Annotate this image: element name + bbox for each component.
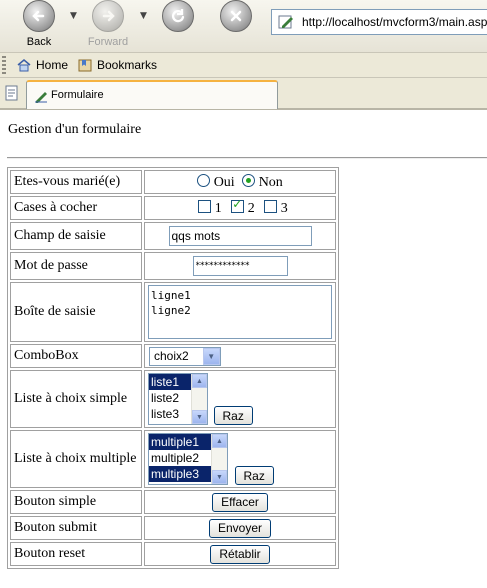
tab-bar: Formulaire [0,78,487,110]
list-single-option[interactable]: liste1 [149,373,191,390]
forward-button[interactable]: Forward [85,0,131,48]
forward-label: Forward [87,36,129,48]
reload-button[interactable] [155,0,201,32]
row-textarea: Boîte de saisie ligne1 ligne2 [10,282,336,342]
textarea-label: Boîte de saisie [10,282,142,342]
back-dropdown-icon[interactable]: ▼ [70,11,77,21]
radio-non[interactable] [242,173,256,187]
bookmarks-bar: Home Bookmarks [0,53,487,78]
text-field-label: Champ de saisie [10,222,142,250]
textarea-line: ligne2 [151,304,191,317]
textarea-line: ligne1 [151,289,191,302]
toolbar-grip[interactable] [2,56,6,74]
page-icon [35,92,47,103]
scroll-down-icon[interactable]: ▼ [192,409,207,424]
address-url: http://localhost/mvcform3/main.aspx [302,15,487,29]
row-combo: ComboBox choix2 ▼ [10,344,336,368]
row-button-simple: Bouton simple Effacer [10,490,336,514]
password-label: Mot de passe [10,252,142,280]
row-checkboxes: Cases à cocher 1 2 3 [10,196,336,220]
checkbox-3[interactable] [264,199,278,213]
list-multiple-option[interactable]: multiple1 [149,433,211,450]
checkbox-2[interactable] [231,197,245,213]
list-single-option[interactable]: liste3 [149,406,191,422]
list-single-label: Liste à choix simple [10,370,142,428]
address-bar[interactable]: http://localhost/mvcform3/main.aspx [271,9,487,35]
page-icon [278,15,293,29]
bookmark-bookmarks[interactable]: Bookmarks [77,56,157,74]
row-married: Etes-vous marié(e) Oui Non [10,170,336,194]
scroll-down-icon[interactable]: ▼ [212,469,227,484]
scroll-up-icon[interactable]: ▲ [192,373,207,388]
list-multiple-scrollbar[interactable]: ▲ ▼ [211,433,227,484]
combo-label: ComboBox [10,344,142,368]
radio-oui-label: Oui [213,174,235,190]
row-password: Mot de passe [10,252,336,280]
back-label: Back [26,36,52,48]
row-list-single: Liste à choix simple liste1 liste2 liste… [10,370,336,428]
checkboxes-label: Cases à cocher [10,196,142,220]
home-icon [17,59,31,72]
page-title: Gestion d'un formulaire [8,122,142,137]
form-table: Etes-vous marié(e) Oui Non Cases à coche… [7,167,339,569]
chevron-down-icon[interactable]: ▼ [202,347,220,365]
list-multiple-label: Liste à choix multiple [10,430,142,488]
bookmarks-icon [78,59,92,72]
back-arrow-icon [23,0,55,32]
textarea-box[interactable]: ligne1 ligne2 [148,285,332,339]
tab-list-icon[interactable] [4,85,20,101]
list-multiple-box[interactable]: multiple1 multiple2 multiple3 ▲ ▼ [148,432,228,485]
tab-formulaire[interactable]: Formulaire [26,80,278,109]
divider [7,157,487,159]
retablir-button[interactable]: Rétablir [210,544,270,564]
married-label: Etes-vous marié(e) [10,170,142,194]
button-reset-label: Bouton reset [10,542,142,566]
row-button-reset: Bouton reset Rétablir [10,542,336,566]
row-button-submit: Bouton submit Envoyer [10,516,336,540]
forward-dropdown-icon[interactable]: ▼ [140,11,147,21]
radio-oui[interactable] [197,173,211,187]
button-submit-label: Bouton submit [10,516,142,540]
bookmark-home-label: Home [36,58,69,72]
bookmark-bookmarks-label: Bookmarks [97,58,158,72]
combo-value: choix2 [154,349,189,363]
envoyer-button[interactable]: Envoyer [208,518,272,538]
tab-title: Formulaire [51,89,104,101]
raz-single-button[interactable]: Raz [213,406,253,426]
bookmark-home[interactable]: Home [16,56,68,74]
button-simple-label: Bouton simple [10,490,142,514]
row-list-multiple: Liste à choix multiple multiple1 multipl… [10,430,336,488]
list-multiple-option[interactable]: multiple2 [149,450,211,466]
browser-toolbar: Back ▼ Forward ▼ http://localhost/mvcfor… [0,0,487,53]
combo-select[interactable]: choix2 ▼ [149,346,221,366]
scroll-up-icon[interactable]: ▲ [212,433,227,448]
checkbox-1-label: 1 [214,200,222,216]
stop-button[interactable] [213,0,259,32]
effacer-button[interactable]: Effacer [212,492,268,512]
raz-multiple-button[interactable]: Raz [234,466,274,486]
forward-arrow-icon [92,0,124,32]
text-input[interactable] [168,226,312,246]
password-input[interactable] [192,256,288,276]
checkbox-1[interactable] [198,199,212,213]
row-text-field: Champ de saisie [10,222,336,250]
checkbox-3-label: 3 [280,200,288,216]
list-multiple-option[interactable]: multiple3 [149,465,211,482]
reload-icon [162,0,194,32]
back-button[interactable]: Back [16,0,62,48]
list-single-option[interactable]: liste2 [149,390,191,406]
stop-icon [220,0,252,32]
list-single-box[interactable]: liste1 liste2 liste3 ▲ ▼ [148,372,208,425]
radio-non-label: Non [258,174,283,190]
list-single-scrollbar[interactable]: ▲ ▼ [191,373,207,424]
checkbox-2-label: 2 [247,200,255,216]
